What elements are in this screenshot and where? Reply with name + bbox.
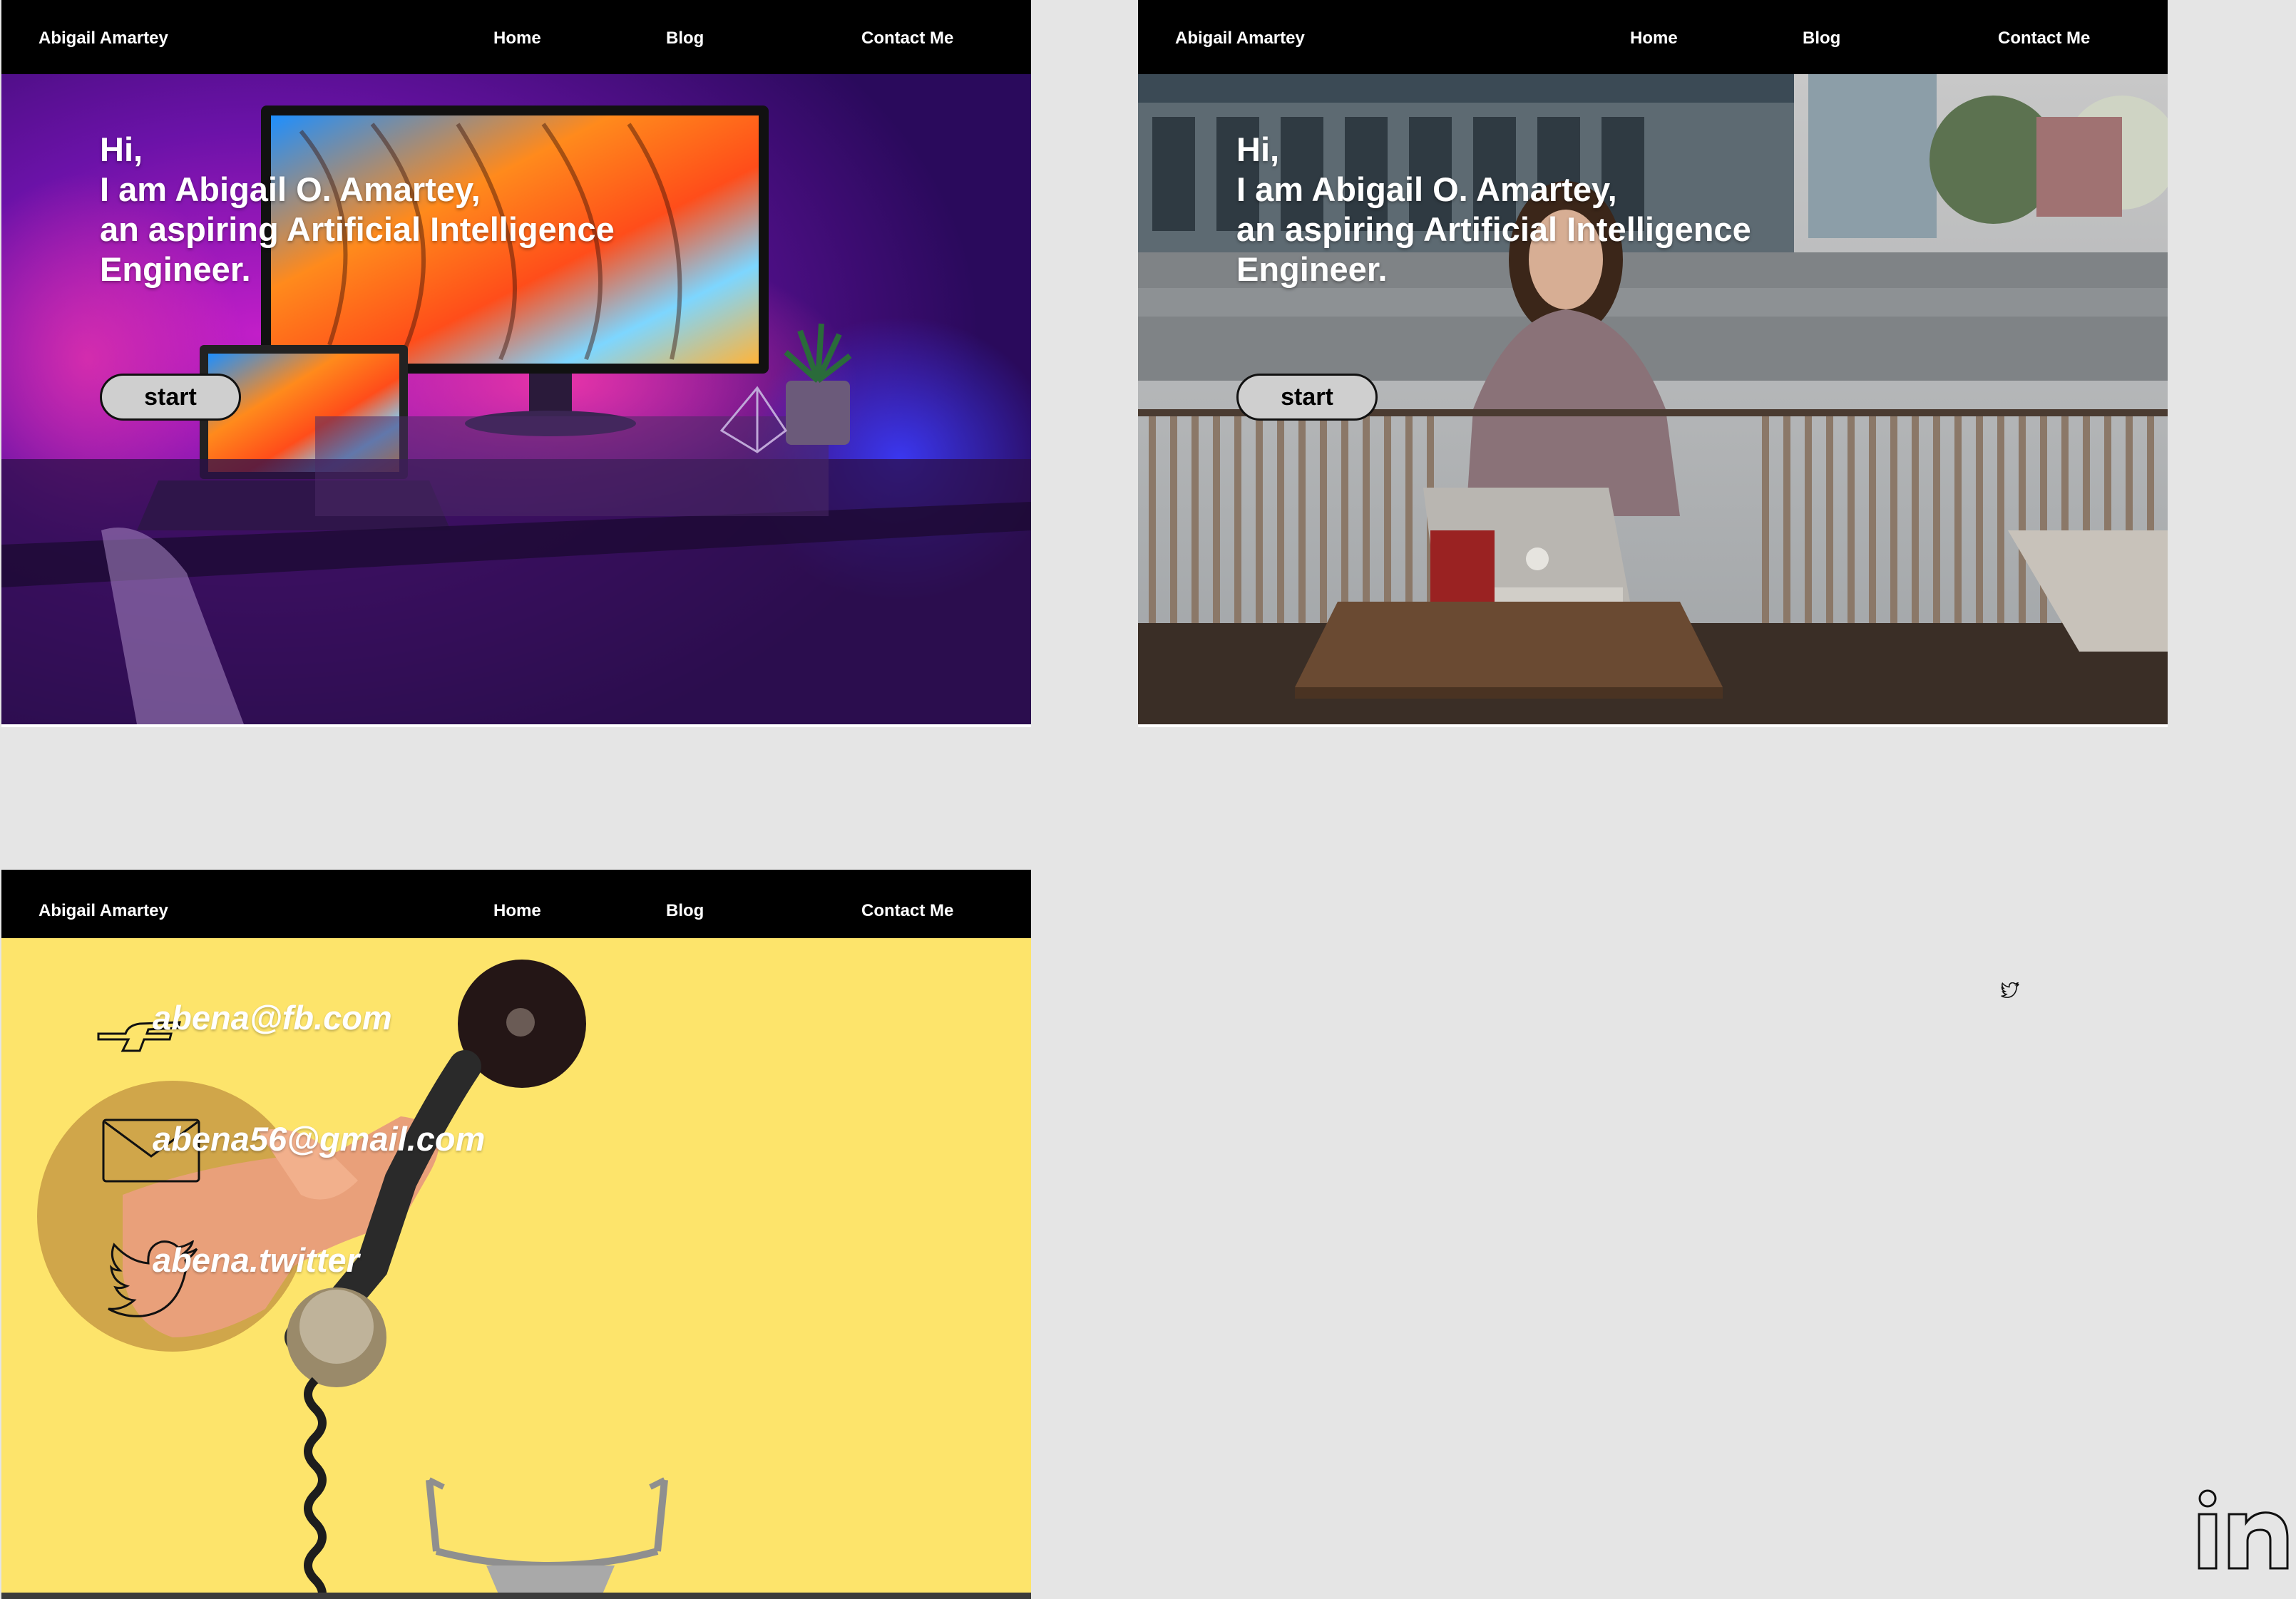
linkedin-icon[interactable] [2193, 1489, 2290, 1571]
greeting-line-3: an aspiring Artificial Intelligence [100, 210, 615, 248]
start-button[interactable]: start [1236, 374, 1378, 421]
twitter-contact-text[interactable]: abena.twitter [153, 1240, 359, 1280]
nav-blog-link[interactable]: Blog [1803, 29, 1840, 48]
navbar: Abigail Amartey Home Blog Contact Me [1, 0, 1031, 74]
hero-greeting: Hi, I am Abigail O. Amartey, an aspiring… [1236, 130, 1751, 289]
twitter-bird-icon[interactable] [2001, 982, 2019, 998]
nav-home-link[interactable]: Home [1630, 29, 1678, 48]
nav-contact-link[interactable]: Contact Me [1998, 29, 2090, 48]
nav-blog-link[interactable]: Blog [666, 901, 704, 921]
hero-section: Hi, I am Abigail O. Amartey, an aspiring… [1, 74, 1031, 724]
greeting-line-2: I am Abigail O. Amartey, [1236, 170, 1617, 208]
greeting-line-2: I am Abigail O. Amartey, [100, 170, 481, 208]
hero-section: Hi, I am Abigail O. Amartey, an aspiring… [1138, 74, 2168, 724]
nav-contact-link[interactable]: Contact Me [861, 29, 953, 48]
start-button[interactable]: start [100, 374, 241, 421]
brand-link[interactable]: Abigail Amartey [1175, 29, 1305, 48]
nav-blog-link[interactable]: Blog [666, 29, 704, 48]
hero-greeting: Hi, I am Abigail O. Amartey, an aspiring… [100, 130, 615, 289]
greeting-line-3: an aspiring Artificial Intelligence [1236, 210, 1751, 248]
nav-home-link[interactable]: Home [493, 901, 541, 921]
contact-page: Abigail Amartey Home Blog Contact Me abe… [1, 870, 1031, 1599]
greeting-line-1: Hi, [100, 130, 143, 168]
navbar: Abigail Amartey Home Blog Contact Me [1138, 0, 2168, 74]
facebook-contact-text[interactable]: abena@fb.com [153, 998, 392, 1037]
greeting-line-4: Engineer. [100, 250, 251, 288]
navbar: Abigail Amartey Home Blog Contact Me [1, 870, 1031, 938]
nav-contact-link[interactable]: Contact Me [861, 901, 953, 921]
greeting-line-4: Engineer. [1236, 250, 1388, 288]
brand-link[interactable]: Abigail Amartey [39, 29, 168, 48]
greeting-line-1: Hi, [1236, 130, 1280, 168]
nav-home-link[interactable]: Home [493, 29, 541, 48]
brand-link[interactable]: Abigail Amartey [39, 901, 168, 921]
contact-section: abena@fb.com abena56@gmail.com abena.twi… [1, 938, 1031, 1599]
landing-page-neon: Abigail Amartey Home Blog Contact Me Hi,… [1, 0, 1031, 727]
landing-page-cafe: Abigail Amartey Home Blog Contact Me Hi,… [1138, 0, 2168, 727]
email-contact-text[interactable]: abena56@gmail.com [153, 1119, 485, 1158]
